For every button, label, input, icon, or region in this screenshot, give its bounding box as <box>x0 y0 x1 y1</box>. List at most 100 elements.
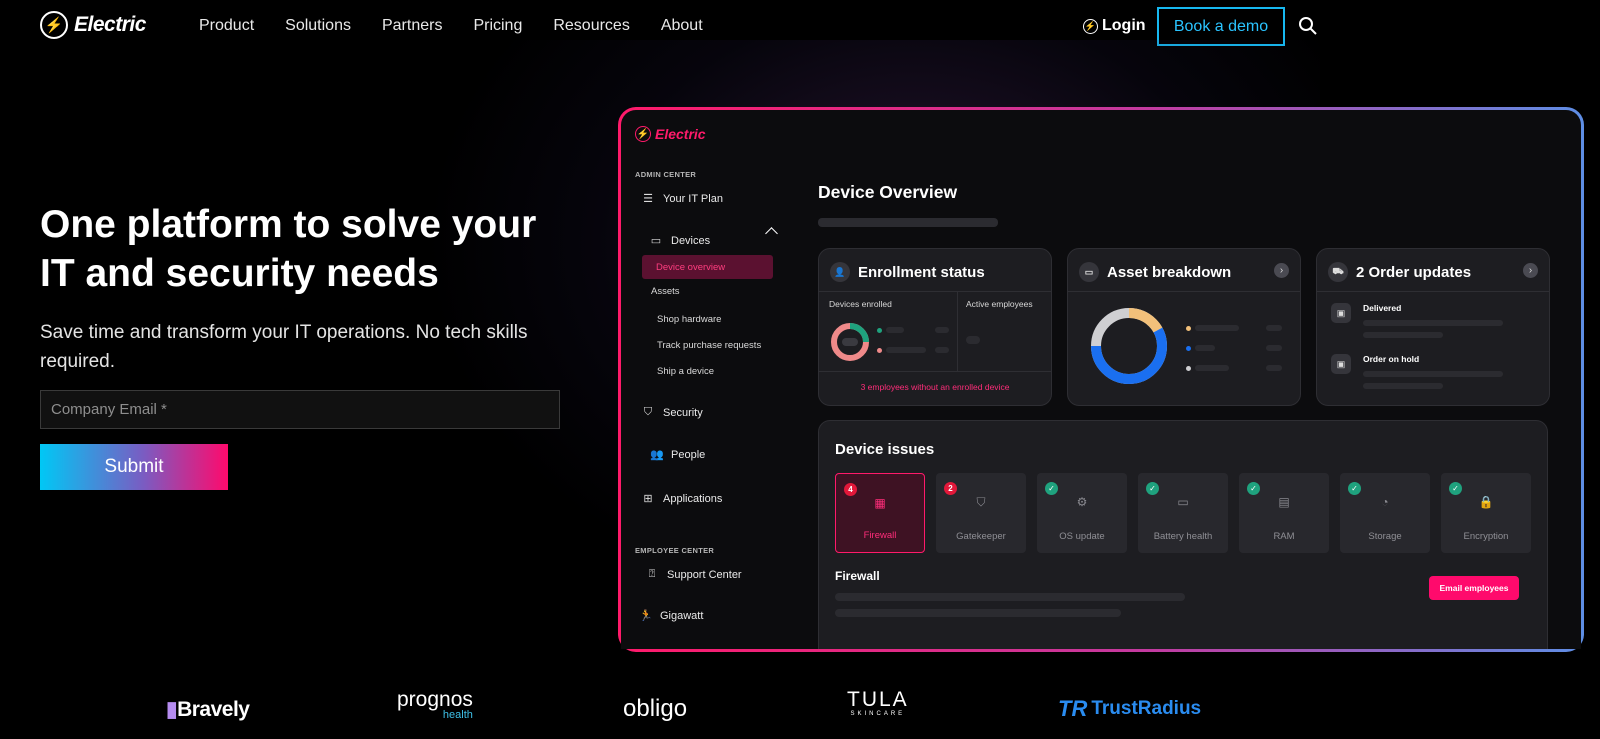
active-employees-label: Active employees <box>966 299 1033 309</box>
issue-tile-label: Storage <box>1368 531 1402 542</box>
bolt-icon: ⚡ <box>1083 18 1098 34</box>
trustradius-wordmark: TrustRadius <box>1091 698 1202 719</box>
skeleton-line <box>818 218 998 227</box>
legend-dot <box>877 348 882 353</box>
issue-tile-encryption[interactable]: ✓ 🔒 Encryption <box>1441 473 1531 553</box>
skeleton-line <box>1363 383 1443 389</box>
user-check-icon: 👤 <box>830 262 850 282</box>
brand-logo[interactable]: ⚡ Electric <box>40 11 146 39</box>
company-email-input[interactable] <box>40 390 560 429</box>
shield-icon: ⛉ <box>976 495 986 509</box>
issue-tile-os-update[interactable]: ✓ ⚙ OS update <box>1037 473 1127 553</box>
devices-enrolled-label: Devices enrolled <box>829 299 892 309</box>
skeleton-line <box>1363 332 1443 338</box>
asset-donut <box>1091 307 1167 384</box>
login-link[interactable]: ⚡ Login <box>1083 17 1146 35</box>
issue-tile-battery-health[interactable]: ✓ ▭ Battery health <box>1138 473 1228 553</box>
skeleton-line <box>1195 345 1215 351</box>
chevron-right-icon[interactable]: › <box>1523 263 1538 278</box>
sidebar-item-label: Support Center <box>667 568 742 581</box>
skeleton-line <box>886 327 904 333</box>
chevron-up-icon[interactable] <box>765 227 778 240</box>
obligo-logo: obligo <box>623 695 688 722</box>
bolt-icon: ⚡ <box>40 11 68 39</box>
device-issues-title: Device issues <box>835 441 935 458</box>
order-on-hold-label: Order on hold <box>1363 354 1420 364</box>
divider <box>1317 291 1549 292</box>
selected-issue-title: Firewall <box>835 569 880 583</box>
people-icon: 👥 <box>650 449 664 461</box>
pie-icon: ◔ <box>1381 495 1389 509</box>
skeleton-line <box>935 347 949 353</box>
sidebar-item-assets[interactable]: Assets <box>651 286 680 297</box>
issue-tile-label: Gatekeeper <box>956 531 1006 542</box>
issue-count-badge: 2 <box>944 482 957 495</box>
dashboard-window: ⚡ Electric ADMIN CENTER ☰ Your IT Plan ▭ D… <box>621 110 1581 649</box>
skeleton-line <box>1363 371 1503 377</box>
skeleton-line <box>935 327 949 333</box>
sidebar-item-devices[interactable]: ▭ Devices <box>650 234 710 248</box>
sidebar-item-label: Security <box>663 406 703 419</box>
sidebar-item-applications[interactable]: ⊞ Applications <box>642 492 722 506</box>
sidebar-item-it-plan[interactable]: ☰ Your IT Plan <box>642 192 723 206</box>
dashboard-preview: ⚡ Electric ADMIN CENTER ☰ Your IT Plan ▭ D… <box>618 107 1584 652</box>
delivered-label: Delivered <box>1363 303 1402 313</box>
sidebar-item-label: People <box>671 448 706 461</box>
hero-title: One platform to solve your IT and securi… <box>40 203 537 295</box>
package-icon: ▣ <box>1331 303 1351 323</box>
sidebar-item-security[interactable]: ⛉ Security <box>642 406 703 419</box>
gear-icon: ⚙ <box>1076 495 1088 509</box>
bravely-logo: ▮Bravely <box>166 697 250 722</box>
issue-tile-label: OS update <box>1059 531 1105 542</box>
nav-item-resources[interactable]: Resources <box>553 17 629 35</box>
submit-button[interactable]: Submit <box>40 444 228 490</box>
card-title-label: Enrollment status <box>858 263 985 281</box>
lock-icon: 🔒 <box>1478 495 1494 509</box>
sidebar-item-track-purchase[interactable]: Track purchase requests <box>657 340 761 351</box>
issue-tile-storage[interactable]: ✓ ◔ Storage <box>1340 473 1430 553</box>
memory-icon: ▤ <box>1278 495 1290 509</box>
nav-item-product[interactable]: Product <box>199 17 254 35</box>
card-title-label: 2 Order updates <box>1356 263 1472 281</box>
email-employees-button[interactable]: Email employees <box>1429 576 1519 600</box>
nav-item-about[interactable]: About <box>661 17 703 35</box>
brand-name: Electric <box>74 13 146 36</box>
issue-tile-ram[interactable]: ✓ ▤ RAM <box>1239 473 1329 553</box>
legend-dot <box>1186 366 1191 371</box>
sidebar-item-people[interactable]: 👥 People <box>650 448 706 462</box>
sidebar-item-label: Your IT Plan <box>663 192 723 205</box>
device-issues-card: Device issues 4 ▦ Firewall 2 ⛉ Gatekeepe… <box>818 420 1548 649</box>
issue-tile-gatekeeper[interactable]: 2 ⛉ Gatekeeper <box>936 473 1026 553</box>
divider <box>819 371 1051 372</box>
sidebar-item-gigawatt[interactable]: 🏃 Gigawatt <box>639 609 703 623</box>
nav-item-pricing[interactable]: Pricing <box>473 17 522 35</box>
legend-dot <box>877 328 882 333</box>
chevron-right-icon[interactable]: › <box>1274 263 1289 278</box>
bolt-icon: ⚡ <box>635 126 651 142</box>
support-icon: ⍰ <box>648 568 656 580</box>
search-icon[interactable] <box>1298 16 1318 36</box>
tula-subtitle: SKINCARE <box>850 711 906 717</box>
shield-icon: ⛉ <box>643 406 653 418</box>
skeleton-line <box>1266 365 1282 371</box>
firewall-icon: ▦ <box>874 496 886 510</box>
enrollment-warning[interactable]: 3 employees without an enrolled device <box>819 382 1051 392</box>
sidebar-item-support-center[interactable]: ⍰ Support Center <box>646 568 742 581</box>
package-icon: ▣ <box>1331 354 1351 374</box>
login-label: Login <box>1102 17 1146 34</box>
bravely-wordmark: Bravely <box>177 698 250 721</box>
skeleton-line <box>1195 325 1239 331</box>
nav-item-solutions[interactable]: Solutions <box>285 17 351 35</box>
main-menu: Product Solutions Partners Pricing Resou… <box>199 17 703 35</box>
asset-breakdown-card: ▭ Asset breakdown › <box>1067 248 1301 406</box>
list-icon: ☰ <box>643 193 653 205</box>
sidebar-item-device-overview[interactable]: Device overview <box>642 255 773 279</box>
nav-item-partners[interactable]: Partners <box>382 17 442 35</box>
skeleton-line <box>1266 325 1282 331</box>
tula-logo: TULA SKINCARE <box>847 689 909 718</box>
sidebar-item-ship-device[interactable]: Ship a device <box>657 366 714 377</box>
apps-icon: ⊞ <box>643 493 653 505</box>
sidebar-item-shop-hardware[interactable]: Shop hardware <box>657 314 721 325</box>
issue-tile-firewall[interactable]: 4 ▦ Firewall <box>835 473 925 553</box>
skeleton-line <box>886 347 926 353</box>
